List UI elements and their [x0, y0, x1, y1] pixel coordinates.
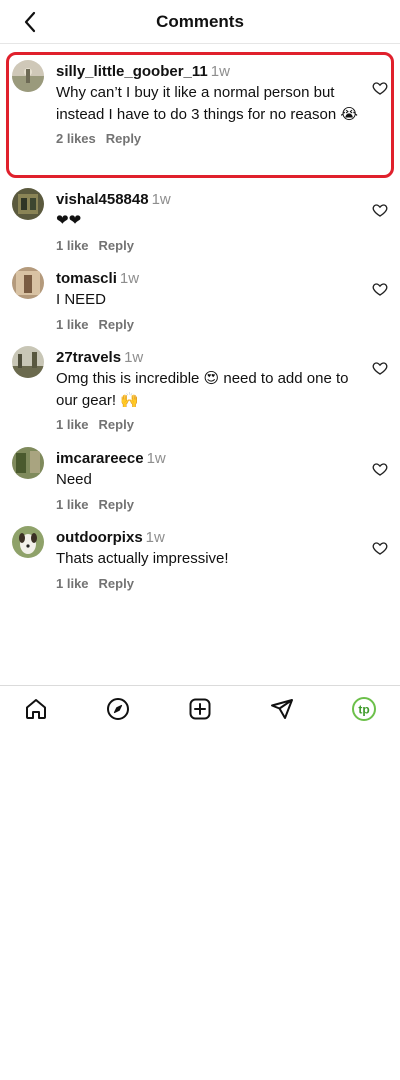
comments-list: silly_little_goober_11 1w Why can’t I buy…	[0, 48, 400, 593]
reply-button[interactable]: Reply	[99, 317, 134, 332]
comment-time: 1w	[210, 63, 230, 80]
comment-item: 27travels 1w Omg this is incredible 😍 nee…	[0, 334, 400, 435]
like-button[interactable]	[372, 540, 390, 558]
comment-item: silly_little_goober_11 1w Why can’t I buy…	[0, 48, 400, 176]
nav-messages[interactable]	[269, 696, 295, 722]
heart-icon	[372, 362, 388, 375]
likes-count[interactable]: 1 like	[56, 317, 89, 332]
nav-explore[interactable]	[105, 696, 131, 722]
comment-item: imcarareece 1w Need 1 like Reply	[0, 435, 400, 514]
likes-count[interactable]: 2 likes	[56, 131, 96, 146]
comment-time: 1w	[151, 191, 171, 208]
heart-icon	[372, 283, 388, 296]
comment-text: Need	[56, 471, 92, 488]
comment-item: tomascli 1w I NEED 1 like Reply	[0, 255, 400, 334]
reply-button[interactable]: Reply	[99, 497, 134, 512]
avatar[interactable]	[12, 60, 44, 92]
comment-username[interactable]: imcarareece	[56, 450, 144, 467]
comment-username[interactable]: silly_little_goober_11	[56, 63, 208, 80]
plus-square-icon	[189, 698, 211, 720]
comment-time: 1w	[145, 529, 165, 546]
nav-create[interactable]	[187, 696, 213, 722]
comment-time: 1w	[124, 349, 144, 366]
likes-count[interactable]: 1 like	[56, 576, 89, 591]
comment-username[interactable]: 27travels	[56, 349, 121, 366]
nav-home[interactable]	[23, 696, 49, 722]
reply-button[interactable]: Reply	[106, 131, 141, 146]
send-icon	[271, 699, 293, 719]
likes-count[interactable]: 1 like	[56, 497, 89, 512]
compass-icon	[107, 698, 129, 720]
comment-item: vishal458848 1w ❤❤ 1 like Reply	[0, 176, 400, 255]
heart-icon	[372, 204, 388, 217]
likes-count[interactable]: 1 like	[56, 238, 89, 253]
comment-time: 1w	[146, 450, 166, 467]
comment-text: Why can’t I buy it like a normal person …	[56, 84, 358, 123]
comment-text: I NEED	[56, 291, 107, 308]
comment-text: ❤❤	[56, 212, 82, 229]
avatar[interactable]	[12, 188, 44, 220]
avatar[interactable]	[12, 267, 44, 299]
comment-username[interactable]: vishal458848	[56, 191, 149, 208]
comment-text: Thats actually impressive!	[56, 550, 229, 567]
heart-icon	[372, 82, 388, 95]
avatar[interactable]	[12, 447, 44, 479]
heart-icon	[372, 463, 388, 476]
reply-button[interactable]: Reply	[99, 238, 134, 253]
comment-username[interactable]: outdoorpixs	[56, 529, 143, 546]
svg-text:tp: tp	[358, 703, 369, 717]
comments-header: Comments	[0, 0, 400, 44]
avatar[interactable]	[12, 346, 44, 378]
like-button[interactable]	[372, 80, 390, 98]
bottom-nav: tp	[0, 685, 400, 731]
page-title: Comments	[156, 12, 244, 31]
reply-button[interactable]: Reply	[99, 417, 134, 432]
comment-time: 1w	[119, 270, 140, 287]
comment-text: Omg this is incredible 😍 need to add one…	[56, 370, 349, 409]
profile-avatar: tp	[352, 697, 376, 721]
avatar[interactable]	[12, 526, 44, 558]
like-button[interactable]	[372, 202, 390, 220]
nav-profile[interactable]: tp	[351, 696, 377, 722]
likes-count[interactable]: 1 like	[56, 417, 89, 432]
heart-icon	[372, 542, 388, 555]
like-button[interactable]	[372, 461, 390, 479]
like-button[interactable]	[372, 360, 390, 378]
comment-username[interactable]: tomascli	[56, 270, 117, 287]
like-button[interactable]	[372, 281, 390, 299]
reply-button[interactable]: Reply	[99, 576, 134, 591]
comment-item: outdoorpixs 1w Thats actually impressive!…	[0, 514, 400, 593]
home-icon	[26, 699, 46, 719]
